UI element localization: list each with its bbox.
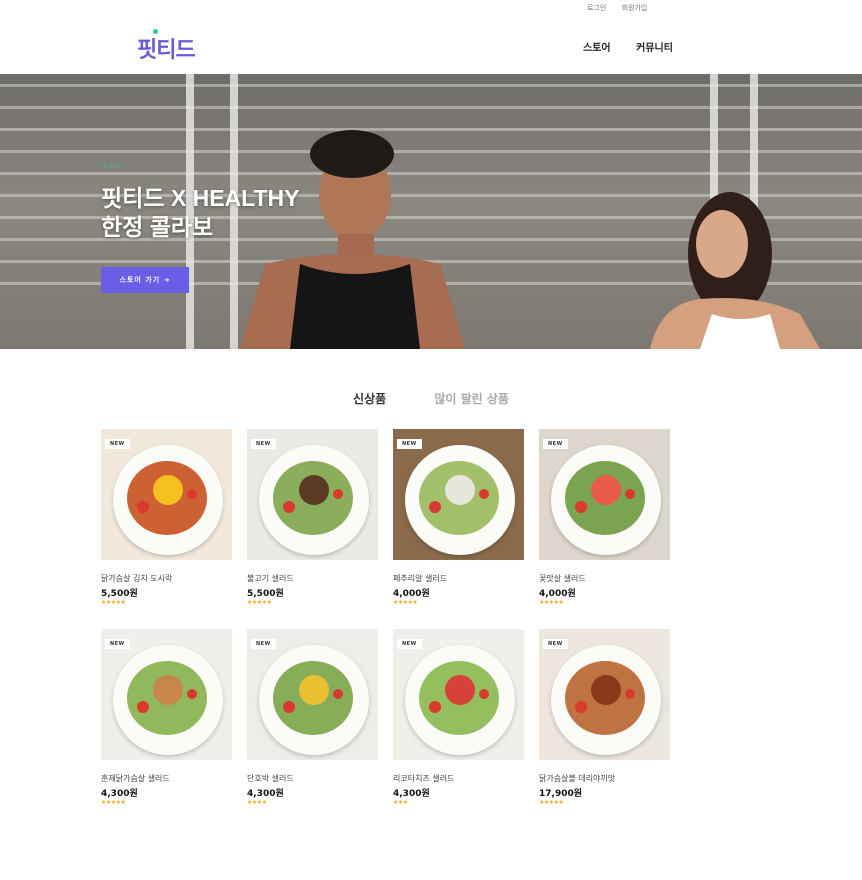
product-name[interactable]: 불고기 샐러드 xyxy=(247,573,378,584)
new-badge: NEW xyxy=(543,639,568,649)
product-price: 4,300원 xyxy=(247,789,284,799)
product-name[interactable]: 훈제닭가슴살 샐러드 xyxy=(101,773,232,784)
logo-leaf-icon xyxy=(153,29,158,34)
product-card[interactable]: NEW 닭가슴살볼 데리야끼맛 17,900원 ★★★★★ xyxy=(539,629,670,806)
product-card[interactable]: NEW 꽃맛살 샐러드 4,000원 ★★★★★ xyxy=(539,429,670,606)
product-price: 5,500원 xyxy=(101,589,138,599)
rating-stars-icon: ★★★★★ xyxy=(101,799,126,806)
new-badge: NEW xyxy=(251,439,276,449)
tab-best-sellers[interactable]: 많이 팔린 상품 xyxy=(434,390,509,407)
product-card[interactable]: NEW 리코타치즈 샐러드 4,300원 ★★★ xyxy=(393,629,524,806)
product-image[interactable]: NEW xyxy=(101,629,232,760)
product-name[interactable]: 꽃맛살 샐러드 xyxy=(539,573,670,584)
product-tabs: 신상품 많이 팔린 상품 xyxy=(0,390,862,407)
top-links: 로그인 회원가입 xyxy=(587,3,660,13)
product-image[interactable]: NEW xyxy=(393,429,524,560)
new-badge: NEW xyxy=(397,639,422,649)
rating-stars-icon: ★★★★★ xyxy=(247,599,272,606)
new-badge: NEW xyxy=(543,439,568,449)
rating-stars-icon: ★★★★★ xyxy=(539,599,564,606)
go-to-store-button[interactable]: 스토어 가기 ➔ xyxy=(101,267,189,293)
product-price: 17,900원 xyxy=(539,789,583,799)
rating-stars-icon: ★★★ xyxy=(393,799,408,806)
product-price: 4,000원 xyxy=(539,589,576,599)
product-image[interactable]: NEW xyxy=(393,629,524,760)
rating-stars-icon: ★★★★★ xyxy=(101,599,126,606)
product-price: 4,000원 xyxy=(393,589,430,599)
product-price: 5,500원 xyxy=(247,589,284,599)
product-image[interactable]: NEW xyxy=(247,429,378,560)
hero-title-line1: 핏티드 X HEALTHY xyxy=(101,185,300,211)
nav-store[interactable]: 스토어 xyxy=(583,43,611,54)
rating-stars-icon: ★★★★ xyxy=(247,799,267,806)
login-link[interactable]: 로그인 xyxy=(587,4,606,12)
product-card[interactable]: NEW 닭가슴살 김치 도시락 5,500원 ★★★★★ xyxy=(101,429,232,606)
product-image[interactable]: NEW xyxy=(101,429,232,560)
new-badge: NEW xyxy=(105,439,130,449)
hero-banner: ⚘⚘⚘ 핏티드 X HEALTHY 한정 콜라보 스토어 가기 ➔ xyxy=(0,74,862,349)
nav-community[interactable]: 커뮤니티 xyxy=(636,43,673,54)
product-price: 4,300원 xyxy=(101,789,138,799)
product-card[interactable]: NEW 페추리알 샐러드 4,000원 ★★★★★ xyxy=(393,429,524,606)
logo[interactable]: 핏티드 xyxy=(137,29,196,64)
signup-link[interactable]: 회원가입 xyxy=(622,4,648,12)
product-image[interactable]: NEW xyxy=(539,429,670,560)
product-image[interactable]: NEW xyxy=(247,629,378,760)
hero-subtitle: ⚘⚘⚘ xyxy=(101,162,123,170)
hero-title: 핏티드 X HEALTHY 한정 콜라보 xyxy=(101,184,300,242)
main-nav: 스토어 커뮤니티 xyxy=(583,39,695,54)
product-name[interactable]: 단호박 샐러드 xyxy=(247,773,378,784)
product-card[interactable]: NEW 불고기 샐러드 5,500원 ★★★★★ xyxy=(247,429,378,606)
rating-stars-icon: ★★★★★ xyxy=(393,599,418,606)
product-name[interactable]: 닭가슴살볼 데리야끼맛 xyxy=(539,773,670,784)
product-price: 4,300원 xyxy=(393,789,430,799)
product-name[interactable]: 리코타치즈 샐러드 xyxy=(393,773,524,784)
hero-title-line2: 한정 콜라보 xyxy=(101,214,214,240)
rating-stars-icon: ★★★★★ xyxy=(539,799,564,806)
new-badge: NEW xyxy=(105,639,130,649)
new-badge: NEW xyxy=(397,439,422,449)
product-image[interactable]: NEW xyxy=(539,629,670,760)
product-name[interactable]: 닭가슴살 김치 도시락 xyxy=(101,573,232,584)
new-badge: NEW xyxy=(251,639,276,649)
product-card[interactable]: NEW 훈제닭가슴살 샐러드 4,300원 ★★★★★ xyxy=(101,629,232,806)
logo-text: 핏티드 xyxy=(137,38,196,63)
tab-new-products[interactable]: 신상품 xyxy=(353,390,386,407)
product-name[interactable]: 페추리알 샐러드 xyxy=(393,573,524,584)
product-card[interactable]: NEW 단호박 샐러드 4,300원 ★★★★ xyxy=(247,629,378,806)
